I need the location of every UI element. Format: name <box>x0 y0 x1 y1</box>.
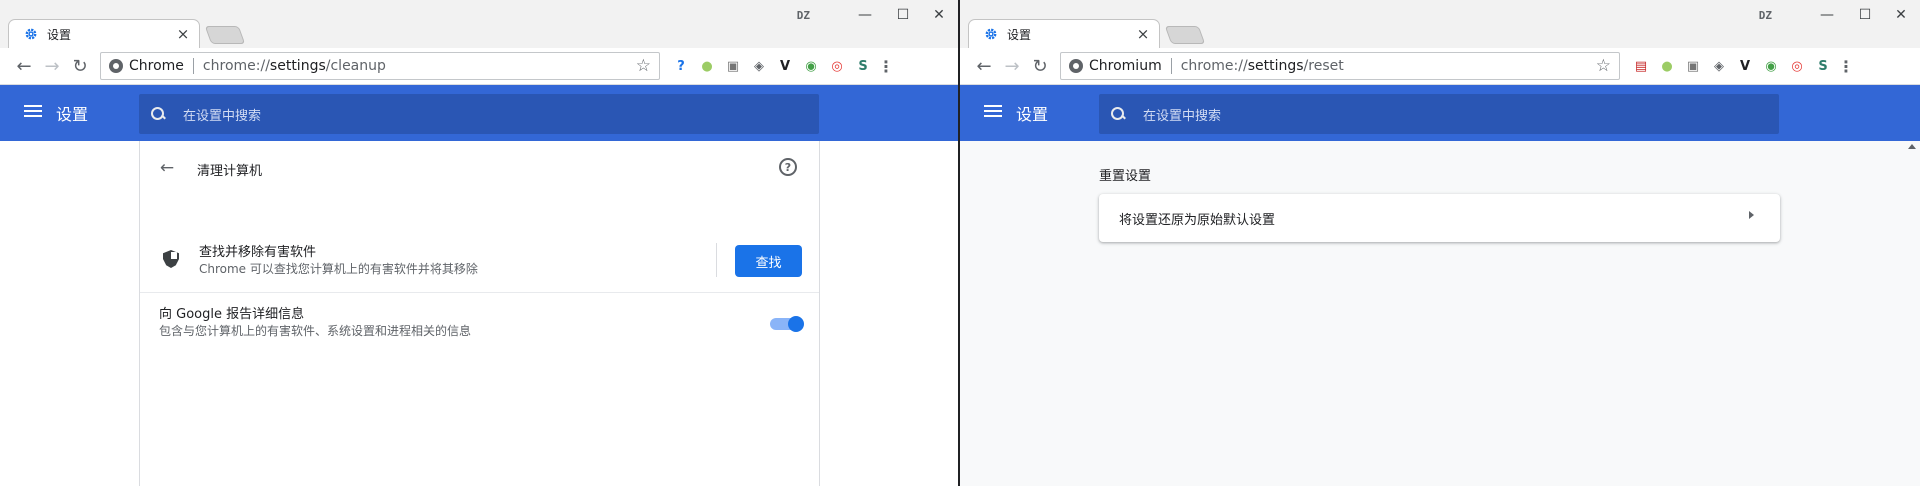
extension-icons: ? ● ▣ ◈ V ◉ ◎ S <box>668 52 876 80</box>
bookmark-star-icon[interactable]: ☆ <box>1596 56 1611 76</box>
reset-settings-item[interactable]: 将设置还原为原始默认设置 <box>1099 194 1780 242</box>
maximize-button[interactable]: ☐ <box>1850 4 1880 26</box>
search-icon <box>1111 107 1125 121</box>
browser-menu-button[interactable]: ⋮ <box>1836 52 1856 80</box>
report-description: 包含与您计算机上的有害软件、系统设置和进程相关的信息 <box>159 324 472 338</box>
scroll-up-arrow-icon[interactable] <box>1908 144 1916 149</box>
address-bar[interactable]: Chromium chrome://settings/reset ☆ <box>1060 52 1620 80</box>
shield-icon <box>163 250 179 268</box>
url-text: chrome://settings/reset <box>1180 58 1344 74</box>
reload-button[interactable]: ↻ <box>66 52 94 80</box>
forward-button[interactable]: → <box>38 52 66 80</box>
url-origin-chip: Chromium <box>1089 58 1162 74</box>
extension-icons: ▤ ● ▣ ◈ V ◉ ◎ S <box>1628 52 1836 80</box>
settings-header: 设置 在设置中搜索 <box>0 85 958 141</box>
ublock-shield-icon[interactable]: ◈ <box>746 52 772 80</box>
s-icon[interactable]: S <box>1810 52 1836 80</box>
settings-search-input[interactable]: 在设置中搜索 <box>139 94 819 134</box>
page-title: 清理计算机 <box>197 164 263 179</box>
url-separator <box>192 58 194 74</box>
back-arrow-icon[interactable]: ← <box>156 157 178 179</box>
help-question-icon[interactable]: ? <box>668 52 694 80</box>
forward-button[interactable]: → <box>998 52 1026 80</box>
browser-menu-button[interactable]: ⋮ <box>876 52 896 80</box>
settings-search-input[interactable]: 在设置中搜索 <box>1099 94 1779 134</box>
address-bar[interactable]: Chrome chrome://settings/cleanup ☆ <box>100 52 660 80</box>
tab-settings[interactable]: 设置 × <box>8 19 200 48</box>
profile-badge[interactable]: DZ <box>1759 9 1772 22</box>
row-separator <box>716 243 717 277</box>
close-tab-icon[interactable]: × <box>175 25 191 43</box>
close-window-button[interactable]: ✕ <box>1886 4 1916 26</box>
chrome-window-cleanup: 设置 × DZ — ☐ ✕ ← → ↻ Chrome chrome://sett… <box>0 0 958 486</box>
maximize-button[interactable]: ☐ <box>888 4 918 26</box>
search-icon <box>151 107 165 121</box>
find-harmful-software-row: 查找并移除有害软件 Chrome 可以查找您计算机上的有害软件并将其移除 查找 <box>140 229 819 293</box>
report-toggle[interactable] <box>770 316 804 332</box>
hamburger-menu-icon[interactable] <box>984 103 1002 119</box>
gamepad-icon[interactable]: ▣ <box>1680 52 1706 80</box>
settings-content: 重置设置 将设置还原为原始默认设置 <box>960 141 1920 486</box>
back-button[interactable]: ← <box>970 52 998 80</box>
desktop: 设置 × DZ — ☐ ✕ ← → ↻ Chrome chrome://sett… <box>0 0 1920 486</box>
url-origin-chip: Chrome <box>129 58 184 74</box>
globe-icon[interactable]: ◉ <box>1758 52 1784 80</box>
hamburger-menu-icon[interactable] <box>24 103 42 119</box>
chrome-page-icon <box>109 59 123 73</box>
find-button[interactable]: 查找 <box>735 245 802 277</box>
report-title: 向 Google 报告详细信息 <box>159 307 305 322</box>
section-title: 重置设置 <box>1099 169 1152 184</box>
title-bar: 设置 × DZ — ☐ ✕ <box>0 0 958 48</box>
report-to-google-row: 向 Google 报告详细信息 包含与您计算机上的有害软件、系统设置和进程相关的… <box>140 293 819 357</box>
cleanup-card: ← 清理计算机 ? 查找并移除有害软件 Chrome 可以查找您计算机上的有害软… <box>139 141 820 486</box>
chromium-page-icon <box>1069 59 1083 73</box>
s-icon[interactable]: S <box>850 52 876 80</box>
green-circle-icon[interactable]: ● <box>1654 52 1680 80</box>
globe-icon[interactable]: ◉ <box>798 52 824 80</box>
settings-header: 设置 在设置中搜索 <box>960 85 1920 141</box>
weibo-icon[interactable]: ◎ <box>824 52 850 80</box>
settings-title: 设置 <box>56 105 89 124</box>
url-text: chrome://settings/cleanup <box>202 58 386 74</box>
browser-toolbar: ← → ↻ Chrome chrome://settings/cleanup ☆… <box>0 48 958 85</box>
v-icon[interactable]: V <box>1732 52 1758 80</box>
search-placeholder: 在设置中搜索 <box>1143 108 1222 124</box>
browser-toolbar: ← → ↻ Chromium chrome://settings/reset ☆… <box>960 48 1920 85</box>
profile-badge[interactable]: DZ <box>797 9 810 22</box>
settings-content: ← 清理计算机 ? 查找并移除有害软件 Chrome 可以查找您计算机上的有害软… <box>0 141 958 486</box>
search-placeholder: 在设置中搜索 <box>183 108 262 124</box>
new-tab-button[interactable] <box>1164 26 1206 44</box>
find-title: 查找并移除有害软件 <box>199 245 317 260</box>
tab-settings[interactable]: 设置 × <box>968 19 1160 48</box>
green-circle-icon[interactable]: ● <box>694 52 720 80</box>
chromium-window-reset: 设置 × DZ — ☐ ✕ ← → ↻ Chromium chrome://se… <box>960 0 1920 486</box>
gamepad-icon[interactable]: ▣ <box>720 52 746 80</box>
chevron-right-icon <box>1749 211 1754 219</box>
weibo-icon[interactable]: ◎ <box>1784 52 1810 80</box>
gear-icon <box>23 26 39 42</box>
minimize-button[interactable]: — <box>850 4 880 26</box>
tab-title: 设置 <box>1007 27 1032 42</box>
bookmark-star-icon[interactable]: ☆ <box>636 56 651 76</box>
settings-title: 设置 <box>1016 105 1049 124</box>
close-window-button[interactable]: ✕ <box>924 4 954 26</box>
help-icon[interactable]: ? <box>779 158 797 176</box>
minimize-button[interactable]: — <box>1812 4 1842 26</box>
url-separator <box>1170 58 1172 74</box>
find-description: Chrome 可以查找您计算机上的有害软件并将其移除 <box>199 262 478 276</box>
title-bar: 设置 × DZ — ☐ ✕ <box>960 0 1920 48</box>
tab-title: 设置 <box>47 27 72 42</box>
close-tab-icon[interactable]: × <box>1135 25 1151 43</box>
back-button[interactable]: ← <box>10 52 38 80</box>
gear-icon <box>983 26 999 42</box>
reset-item-label: 将设置还原为原始默认设置 <box>1119 213 1276 228</box>
ublock-shield-icon[interactable]: ◈ <box>1706 52 1732 80</box>
us-flag-icon[interactable]: ▤ <box>1628 52 1654 80</box>
subpage-header: ← 清理计算机 ? <box>140 141 819 197</box>
new-tab-button[interactable] <box>204 26 246 44</box>
toggle-knob <box>788 316 804 332</box>
reload-button[interactable]: ↻ <box>1026 52 1054 80</box>
v-icon[interactable]: V <box>772 52 798 80</box>
